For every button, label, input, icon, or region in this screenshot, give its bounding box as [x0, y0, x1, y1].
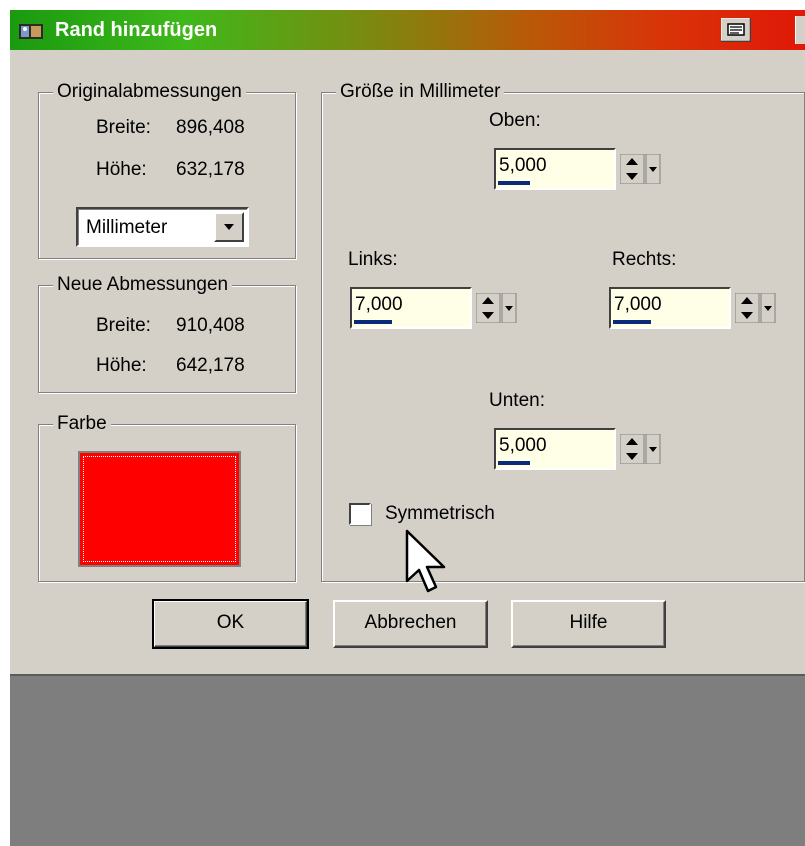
right-input[interactable]: 7,000: [609, 287, 731, 329]
unit-select-dropdown-button[interactable]: [214, 212, 244, 242]
right-progress-bar: [613, 320, 651, 324]
help-context-icon[interactable]: [721, 18, 751, 42]
new-dimensions-legend: Neue Abmessungen: [53, 274, 233, 296]
left-value: 7,000: [355, 294, 403, 315]
size-legend: Größe in Millimeter: [336, 81, 505, 103]
mouse-cursor-icon: [405, 529, 446, 593]
bottom-spin-buttons[interactable]: [620, 434, 662, 464]
bottom-label: Unten:: [489, 390, 545, 411]
original-height-label: Höhe:: [96, 159, 147, 180]
left-label: Links:: [348, 249, 398, 270]
new-height-label: Höhe:: [96, 355, 147, 376]
bottom-progress-bar: [498, 461, 530, 465]
symmetric-label[interactable]: Symmetrisch: [385, 503, 495, 525]
left-spin-buttons[interactable]: [476, 293, 518, 323]
left-spinbox[interactable]: 7,000: [350, 287, 520, 329]
original-height-value: 632,178: [176, 159, 245, 180]
window-title: Rand hinzufügen: [55, 19, 218, 41]
unit-select-value: Millimeter: [86, 217, 168, 238]
original-width-value: 896,408: [176, 117, 245, 138]
left-progress-bar: [354, 320, 392, 324]
original-dimensions-legend: Originalabmessungen: [53, 81, 246, 103]
right-label: Rechts:: [612, 249, 677, 270]
screen: Rand hinzufügen Originalabmessungen Brei…: [0, 0, 805, 846]
right-value: 7,000: [614, 294, 662, 315]
help-button[interactable]: Hilfe: [511, 600, 666, 648]
new-dimensions-group: Neue Abmessungen: [38, 274, 296, 393]
bottom-input[interactable]: 5,000: [494, 428, 616, 470]
ok-button[interactable]: OK: [152, 599, 309, 649]
cancel-button[interactable]: Abbrechen: [333, 600, 488, 648]
original-width-label: Breite:: [96, 117, 151, 138]
new-height-value: 642,178: [176, 355, 245, 376]
close-button[interactable]: [795, 16, 805, 44]
top-label: Oben:: [489, 110, 541, 131]
top-spinbox[interactable]: 5,000: [494, 148, 664, 190]
top-input[interactable]: 5,000: [494, 148, 616, 190]
bottom-spinbox[interactable]: 5,000: [494, 428, 664, 470]
top-progress-bar: [498, 181, 530, 185]
app-icon: [19, 24, 43, 39]
right-spin-buttons[interactable]: [735, 293, 777, 323]
color-legend: Farbe: [53, 413, 111, 435]
symmetric-checkbox[interactable]: [349, 503, 371, 525]
top-value: 5,000: [499, 155, 547, 176]
bottom-value: 5,000: [499, 435, 547, 456]
right-spinbox[interactable]: 7,000: [609, 287, 779, 329]
top-spin-buttons[interactable]: [620, 154, 662, 184]
color-swatch[interactable]: [78, 451, 241, 567]
unit-select[interactable]: Millimeter: [76, 207, 249, 247]
new-width-label: Breite:: [96, 315, 151, 336]
new-width-value: 910,408: [176, 315, 245, 336]
desktop-background: [10, 674, 805, 846]
chevron-down-icon: [224, 224, 234, 230]
left-input[interactable]: 7,000: [350, 287, 472, 329]
